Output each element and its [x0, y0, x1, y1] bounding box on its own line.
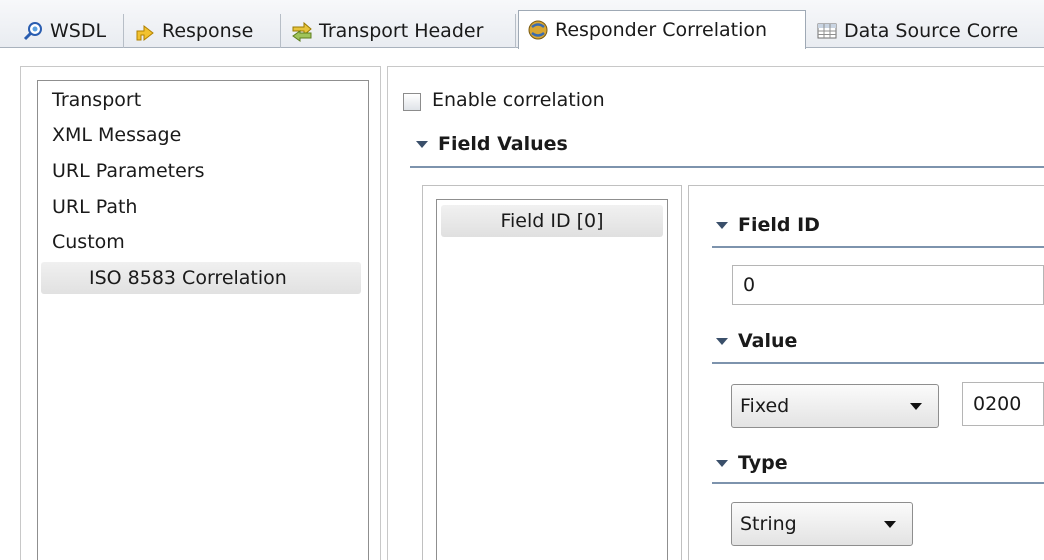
- tab-label: Transport Header: [319, 20, 484, 42]
- list-item-iso-8583-correlation[interactable]: ISO 8583 Correlation: [41, 262, 361, 294]
- enable-correlation-label[interactable]: Enable correlation: [432, 89, 605, 111]
- field-values-section-header[interactable]: Field Values: [416, 133, 568, 155]
- enable-correlation-checkbox[interactable]: [403, 93, 421, 111]
- correlation-type-list[interactable]: [37, 80, 369, 560]
- tab-label: Responder Correlation: [555, 19, 768, 41]
- section-title: Value: [738, 330, 798, 352]
- value-section-header[interactable]: Value: [716, 330, 797, 352]
- value-mode-selected: Fixed: [740, 395, 790, 417]
- tab-label: Data Source Corre: [844, 20, 1019, 42]
- list-item-label: URL Parameters: [52, 160, 205, 182]
- section-title: Field ID: [738, 214, 820, 236]
- list-item-url-parameters[interactable]: URL Parameters: [52, 155, 204, 187]
- list-item-xml-message[interactable]: XML Message: [52, 119, 181, 151]
- value-mode-select[interactable]: Fixed: [731, 384, 939, 428]
- list-item-label: XML Message: [52, 124, 182, 146]
- collapse-triangle-icon: [416, 140, 428, 148]
- collapse-triangle-icon: [716, 337, 728, 345]
- field-id-value: 0: [743, 274, 756, 296]
- type-divider: [712, 482, 1044, 484]
- section-title: Field Values: [438, 133, 568, 155]
- list-item-label: ISO 8583 Correlation: [89, 267, 287, 289]
- type-selected: String: [740, 513, 797, 535]
- tab-response[interactable]: Response: [126, 14, 281, 48]
- tab-transport-header[interactable]: Transport Header: [283, 14, 516, 48]
- field-id-section-header[interactable]: Field ID: [716, 214, 820, 236]
- collapse-triangle-icon: [716, 459, 728, 467]
- value-input[interactable]: 0200: [962, 382, 1044, 426]
- tab-wsdl[interactable]: WSDL: [14, 14, 124, 48]
- list-item-url-path[interactable]: URL Path: [52, 191, 137, 223]
- type-select[interactable]: String: [731, 502, 913, 546]
- tab-bar: WSDL Response Transport Header Responder…: [0, 0, 1044, 49]
- list-item-label: Custom: [52, 231, 125, 253]
- list-item-label: Transport: [52, 89, 142, 111]
- transport-header-icon: [292, 21, 312, 42]
- tab-data-source-correlation[interactable]: Data Source Corre: [808, 14, 1044, 48]
- dropdown-arrow-icon: [910, 403, 922, 410]
- list-item-transport[interactable]: Transport: [52, 84, 141, 116]
- collapse-triangle-icon: [716, 221, 728, 229]
- field-id-input[interactable]: 0: [732, 265, 1044, 305]
- tab-label: WSDL: [50, 20, 107, 42]
- list-item-label: URL Path: [52, 196, 138, 218]
- field-list-item[interactable]: Field ID [0]: [441, 205, 663, 237]
- field-values-divider: [410, 166, 1044, 168]
- responder-correlation-icon: [528, 20, 548, 40]
- section-title: Type: [738, 452, 788, 474]
- response-arrow-icon: [136, 24, 154, 42]
- tab-responder-correlation[interactable]: Responder Correlation: [518, 10, 806, 49]
- dropdown-arrow-icon: [884, 521, 896, 528]
- data-source-table-icon: [817, 23, 837, 39]
- list-item-custom[interactable]: Custom: [52, 226, 125, 258]
- value-divider: [712, 362, 1044, 364]
- wsdl-icon: [23, 22, 42, 41]
- tab-label: Response: [162, 20, 254, 42]
- field-list-item-label: Field ID [0]: [500, 210, 604, 232]
- type-section-header[interactable]: Type: [716, 452, 788, 474]
- value-input-text: 0200: [973, 393, 1022, 415]
- field-list[interactable]: [436, 199, 668, 560]
- field-id-divider: [712, 246, 1044, 248]
